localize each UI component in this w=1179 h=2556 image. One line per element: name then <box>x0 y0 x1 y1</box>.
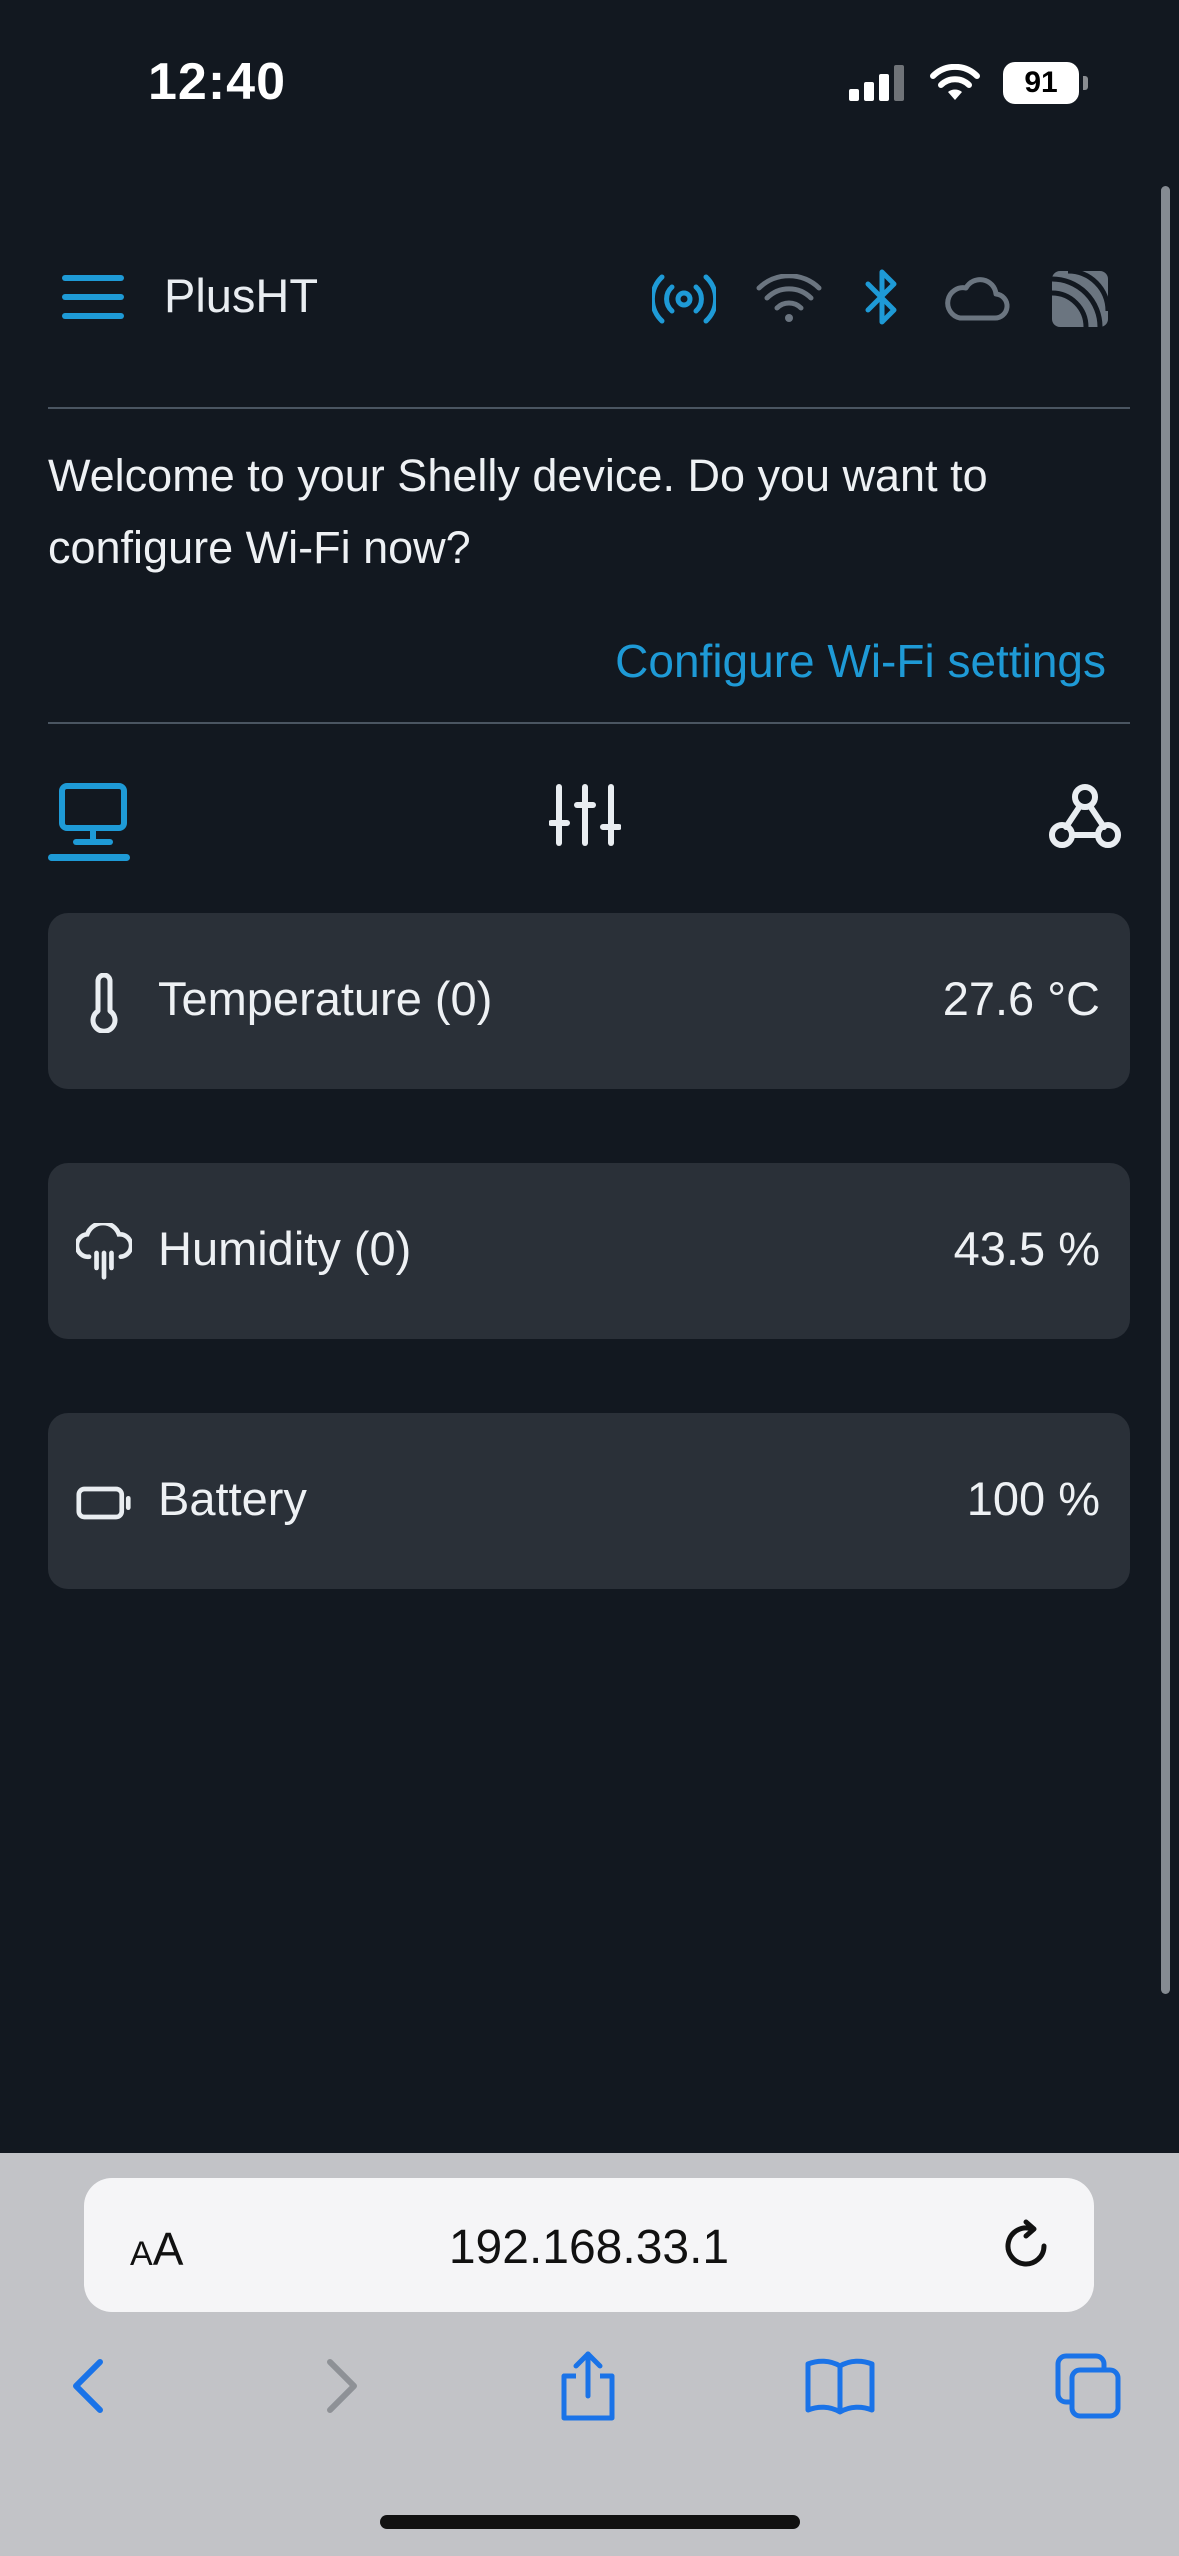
page-scrollbar[interactable] <box>1161 186 1170 1994</box>
reload-button[interactable] <box>998 2218 1054 2274</box>
connection-status-icons <box>652 266 1110 332</box>
status-icons: 91 <box>849 62 1088 104</box>
sensor-card-battery[interactable]: Battery 100 % <box>48 1413 1130 1589</box>
share-button[interactable] <box>548 2346 628 2426</box>
tabs-icon <box>1055 2353 1121 2419</box>
sensor-label: Temperature (0) <box>158 972 493 1025</box>
forward-button[interactable] <box>302 2346 382 2426</box>
welcome-divider <box>48 722 1130 724</box>
welcome-message: Welcome to your Shelly device. Do you wa… <box>48 450 988 573</box>
tab-settings[interactable] <box>540 770 630 860</box>
wifi-icon[interactable] <box>756 274 822 324</box>
sensor-value: 100 % <box>966 1472 1100 1525</box>
sensor-card-humidity[interactable]: Humidity (0) 43.5 % <box>48 1163 1130 1339</box>
sensor-value: 43.5 % <box>953 1222 1100 1275</box>
configure-wifi-link[interactable]: Configure Wi-Fi settings <box>615 634 1106 688</box>
sliders-icon <box>549 784 621 846</box>
chevron-left-icon <box>73 2359 103 2413</box>
sensor-label: Battery <box>158 1472 307 1525</box>
thermometer-icon <box>90 973 118 1033</box>
bookmarks-button[interactable] <box>800 2346 880 2426</box>
address-bar[interactable]: AA 192.168.33.1 <box>84 2178 1094 2312</box>
active-tab-indicator <box>48 854 130 861</box>
menu-icon <box>62 275 124 319</box>
radio-broadcast-icon[interactable] <box>652 271 716 327</box>
sensor-value: 27.6 °C <box>942 972 1100 1025</box>
cellular-signal-icon <box>849 65 904 101</box>
humidity-icon <box>76 1223 132 1280</box>
tab-dashboard[interactable] <box>48 770 138 861</box>
tab-bar <box>48 770 1130 870</box>
mqtt-icon[interactable] <box>1050 269 1110 329</box>
chevron-right-icon <box>327 2359 357 2413</box>
header-divider <box>48 407 1130 409</box>
battery-icon <box>76 1486 131 1520</box>
cloud-icon[interactable] <box>942 274 1010 324</box>
battery-status: 91 <box>1003 62 1088 104</box>
app-header: PlusHT <box>48 250 1130 346</box>
back-button[interactable] <box>48 2346 128 2426</box>
sensor-label: Humidity (0) <box>158 1222 412 1275</box>
webhook-icon <box>1049 784 1121 848</box>
status-bar: 12:40 91 <box>0 0 1179 150</box>
browser-nav-row <box>0 2346 1179 2436</box>
url-text[interactable]: 192.168.33.1 <box>84 2220 1094 2275</box>
wifi-status-icon <box>930 64 980 100</box>
book-icon <box>805 2358 875 2415</box>
monitor-icon <box>59 783 127 845</box>
sensor-card-temperature[interactable]: Temperature (0) 27.6 °C <box>48 913 1130 1089</box>
app-title: PlusHT <box>164 269 319 322</box>
tab-webhooks[interactable] <box>1040 770 1130 860</box>
share-icon <box>561 2351 615 2421</box>
status-time: 12:40 <box>148 53 286 111</box>
menu-button[interactable] <box>62 270 124 324</box>
bluetooth-icon[interactable] <box>862 266 902 332</box>
tabs-button[interactable] <box>1048 2346 1128 2426</box>
reload-icon <box>1005 2219 1047 2267</box>
home-indicator <box>380 2515 800 2529</box>
